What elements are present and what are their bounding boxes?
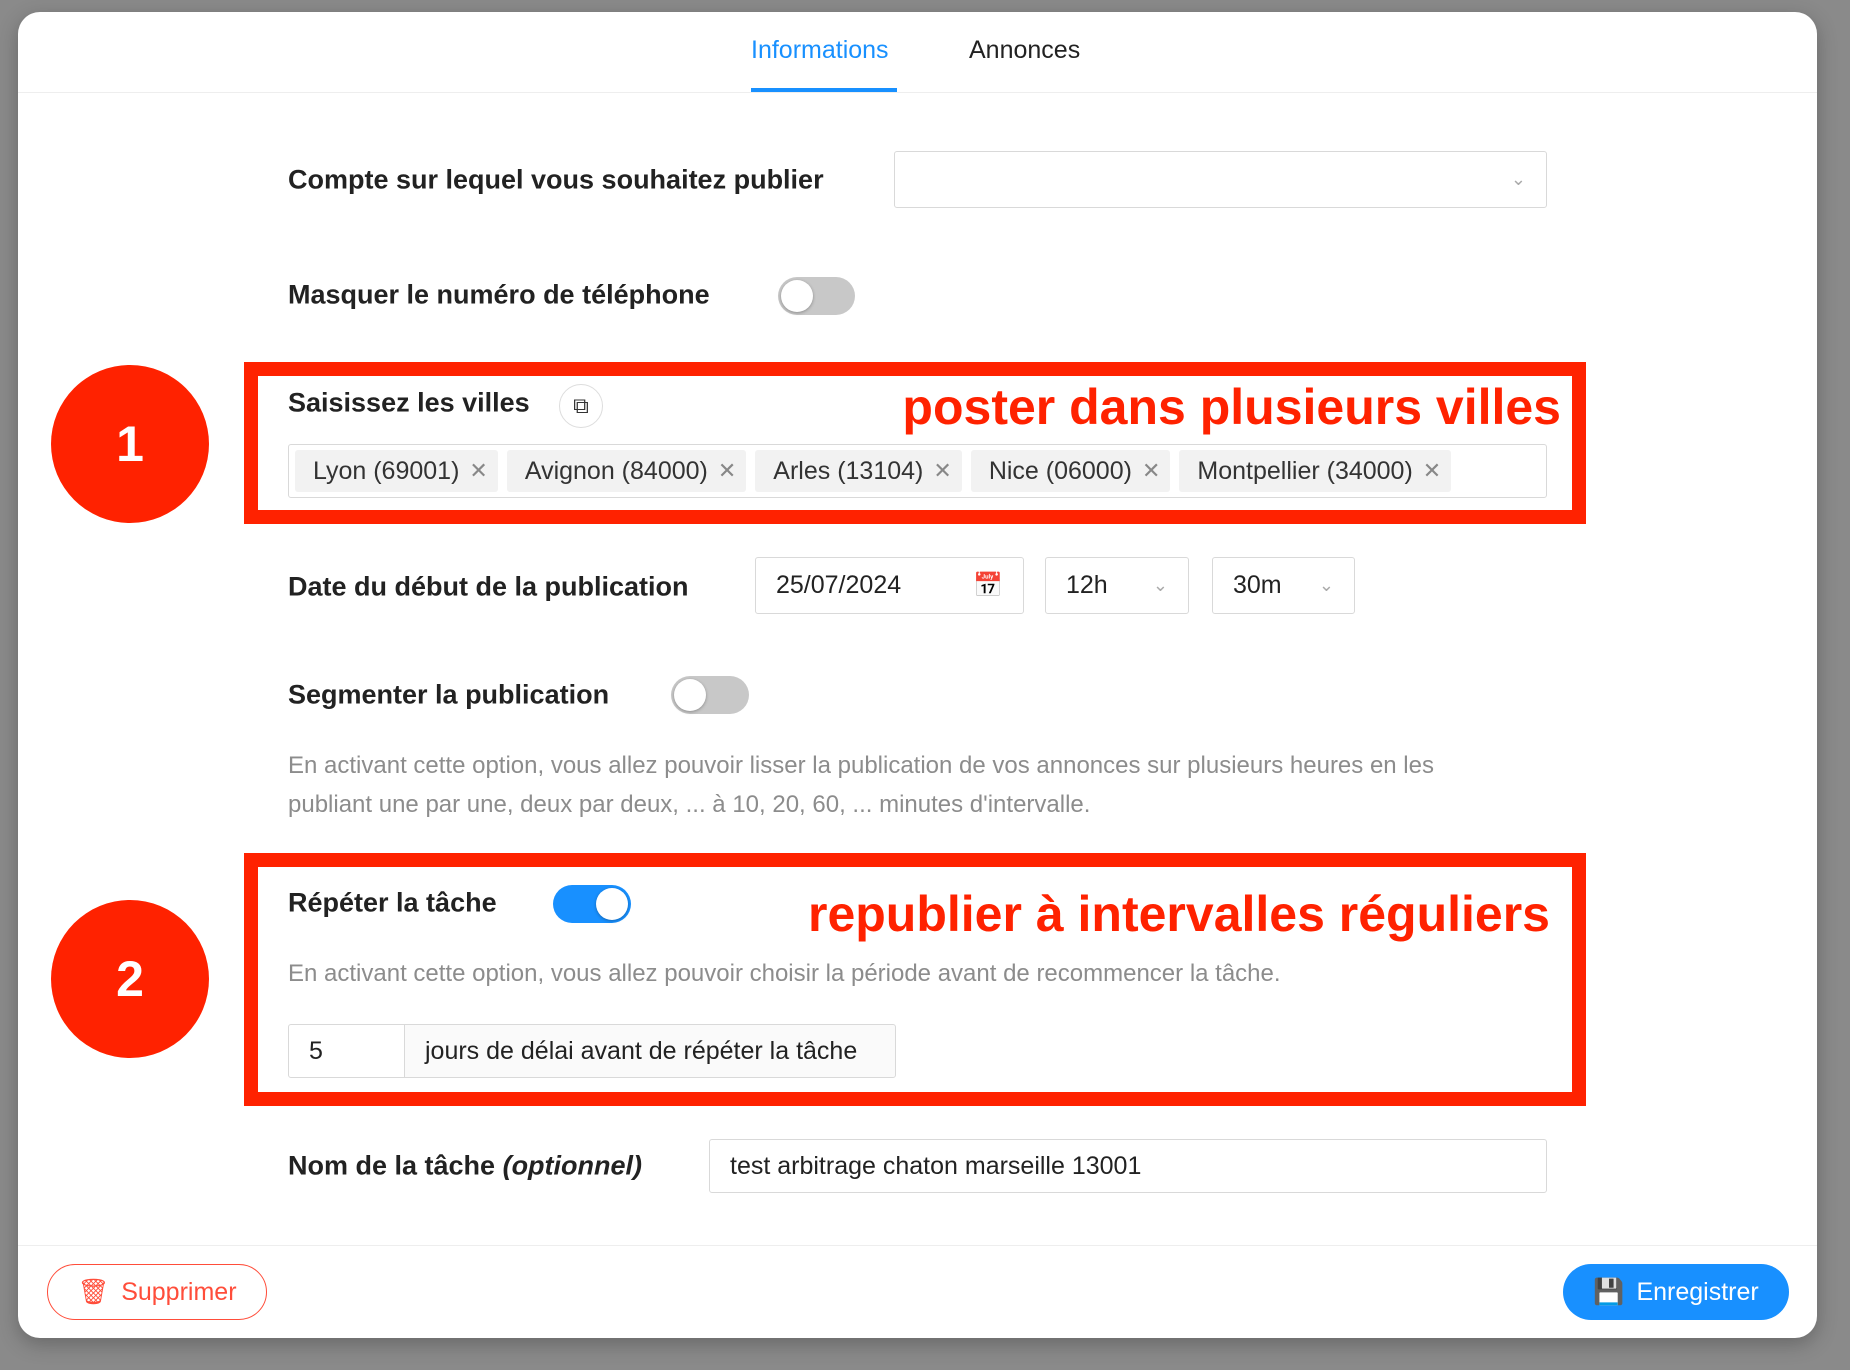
city-tag: Avignon (84000) ✕: [506, 450, 747, 492]
tab-annonces[interactable]: Annonces: [969, 36, 1080, 65]
city-tag: Nice (06000) ✕: [970, 450, 1171, 492]
save-icon: 💾: [1593, 1277, 1625, 1306]
city-tag: Montpellier (34000) ✕: [1179, 450, 1452, 492]
annotation-badge-2: 2: [51, 900, 209, 1058]
chevron-down-icon: ⌄: [1152, 575, 1168, 595]
trash-icon: 🗑: [77, 1277, 110, 1306]
segment-description-2: publiant une par une, deux par deux, ...…: [288, 791, 1091, 818]
tab-informations[interactable]: Informations: [751, 36, 889, 65]
annotation-text-repeat: republier à intervalles réguliers: [808, 886, 1550, 942]
city-tag: Arles (13104) ✕: [755, 450, 962, 492]
chevron-down-icon: ⌄: [1510, 169, 1526, 189]
city-tag-label: Montpellier (34000): [1197, 456, 1413, 485]
remove-tag-icon[interactable]: ✕: [933, 458, 951, 484]
delete-label: Supprimer: [121, 1277, 237, 1306]
repeat-days-value: 5: [309, 1036, 323, 1065]
segment-description-1: En activant cette option, vous allez pou…: [288, 752, 1434, 779]
repeat-toggle[interactable]: [553, 885, 631, 923]
hour-select[interactable]: 12h ⌄: [1045, 557, 1189, 614]
repeat-days-input[interactable]: 5: [288, 1024, 405, 1078]
segment-toggle[interactable]: [671, 676, 749, 714]
repeat-days-addon-text: jours de délai avant de répéter la tâche: [425, 1036, 858, 1065]
save-label: Enregistrer: [1636, 1277, 1759, 1306]
city-tag-label: Lyon (69001): [313, 456, 460, 485]
start-date-label: Date du début de la publication: [288, 571, 689, 602]
remove-tag-icon[interactable]: ✕: [718, 458, 736, 484]
repeat-label: Répéter la tâche: [288, 887, 497, 918]
remove-tag-icon[interactable]: ✕: [1142, 458, 1160, 484]
city-tag-label: Arles (13104): [773, 456, 924, 485]
save-button[interactable]: 💾 Enregistrer: [1563, 1264, 1789, 1320]
repeat-days-addon: jours de délai avant de répéter la tâche: [404, 1024, 896, 1078]
city-tag-label: Nice (06000): [988, 456, 1132, 485]
hide-phone-label: Masquer le numéro de téléphone: [288, 279, 710, 310]
start-date-value: 25/07/2024: [776, 571, 902, 599]
hour-value: 12h: [1066, 571, 1108, 599]
minute-select[interactable]: 30m ⌄: [1212, 557, 1355, 614]
remove-tag-icon[interactable]: ✕: [469, 458, 487, 484]
annotation-text-cities: poster dans plusieurs villes: [902, 379, 1561, 435]
task-name-value: test arbitrage chaton marseille 13001: [730, 1151, 1142, 1180]
copy-icon[interactable]: ⧉: [559, 384, 603, 428]
chevron-down-icon: ⌄: [1318, 575, 1334, 595]
cities-label: Saisissez les villes: [288, 387, 530, 418]
calendar-icon: 📅: [973, 572, 1003, 599]
segment-label: Segmenter la publication: [288, 679, 610, 710]
city-tag: Lyon (69001) ✕: [295, 450, 498, 492]
annotation-badge-1: 1: [51, 365, 209, 523]
minute-value: 30m: [1233, 571, 1282, 599]
account-select[interactable]: ⌄: [894, 151, 1547, 208]
city-tag-label: Avignon (84000): [524, 456, 708, 485]
delete-button[interactable]: 🗑 Supprimer: [47, 1264, 267, 1320]
account-label: Compte sur lequel vous souhaitez publier: [288, 164, 824, 195]
task-name-label: Nom de la tâche (optionnel): [288, 1150, 643, 1181]
start-date-input[interactable]: 25/07/2024 📅: [755, 557, 1024, 614]
footer-divider: [18, 1245, 1817, 1246]
cities-tag-input[interactable]: Lyon (69001) ✕ Avignon (84000) ✕ Arles (1310…: [288, 444, 1547, 498]
repeat-description: En activant cette option, vous allez pou…: [288, 960, 1281, 987]
hide-phone-toggle[interactable]: [778, 277, 855, 315]
remove-tag-icon[interactable]: ✕: [1423, 458, 1441, 484]
task-name-input[interactable]: test arbitrage chaton marseille 13001: [709, 1139, 1547, 1193]
header-divider: [18, 92, 1817, 93]
